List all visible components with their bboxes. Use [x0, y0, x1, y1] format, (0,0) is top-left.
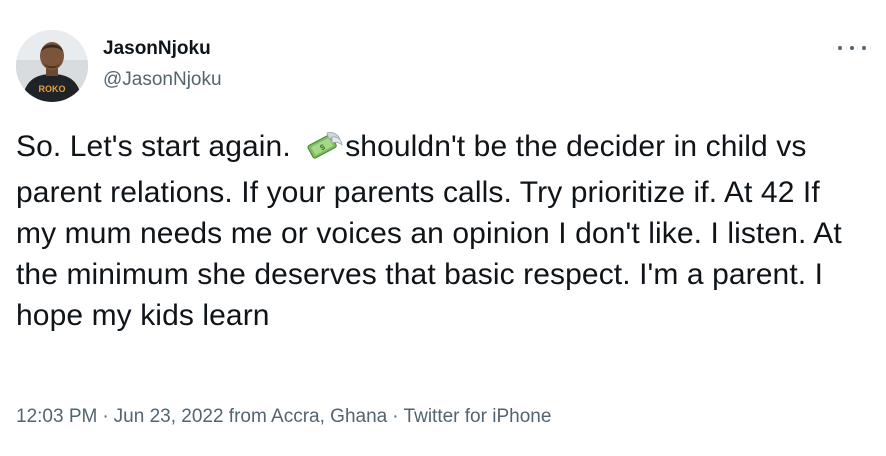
- tweet-text-part: So. Let's start again.: [16, 130, 300, 163]
- more-options-button[interactable]: [838, 38, 866, 58]
- tweet-date-location[interactable]: Jun 23, 2022 from Accra, Ghana: [114, 406, 388, 427]
- meta-separator: ·: [392, 406, 399, 427]
- more-dot-icon: [838, 46, 842, 50]
- meta-separator: ·: [102, 406, 109, 427]
- money-with-wings-icon: $: [303, 131, 343, 172]
- more-dot-icon: [862, 46, 866, 50]
- author-info: JasonNjoku @JasonNjoku: [103, 37, 222, 92]
- avatar-shirt-text: ROKO: [39, 84, 66, 94]
- tweet-time[interactable]: 12:03 PM: [16, 406, 97, 427]
- display-name[interactable]: JasonNjoku: [103, 37, 222, 61]
- avatar-image: ROKO: [16, 30, 88, 102]
- tweet-source[interactable]: Twitter for iPhone: [404, 406, 552, 427]
- user-handle[interactable]: @JasonNjoku: [103, 68, 222, 92]
- more-dot-icon: [850, 46, 854, 50]
- tweet-card: ROKO JasonNjoku @JasonNjoku So. Let's st…: [0, 0, 886, 456]
- tweet-meta: 12:03 PM · Jun 23, 2022 from Accra, Ghana ·…: [16, 405, 551, 429]
- avatar[interactable]: ROKO: [16, 30, 88, 102]
- tweet-text: So. Let's start again. $ shouldn't be th…: [16, 126, 856, 336]
